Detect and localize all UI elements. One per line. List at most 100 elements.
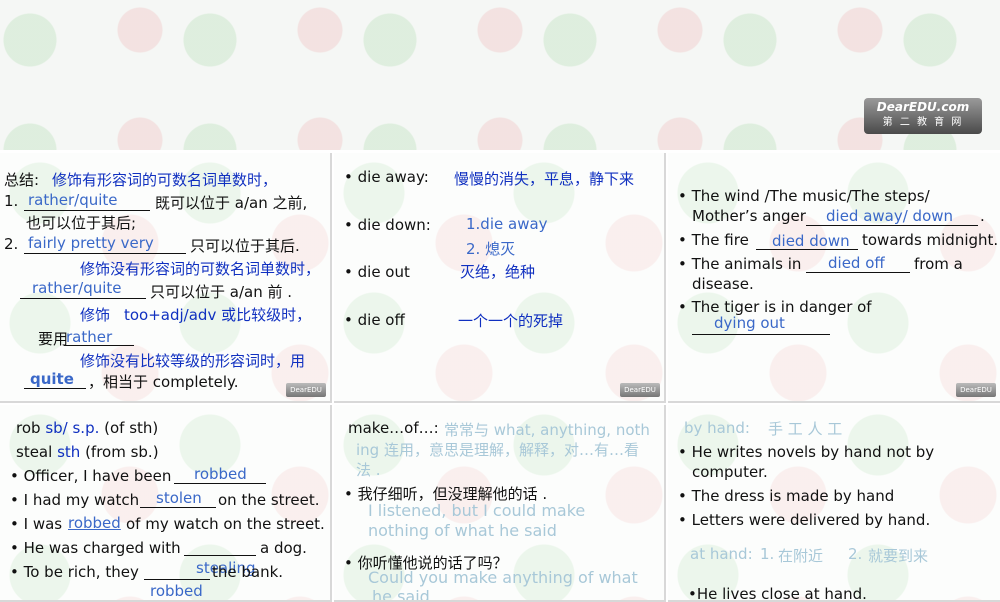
bullet1-text: The wind /The music/The steps/	[691, 187, 930, 205]
header-banner	[0, 0, 1000, 150]
blank-line	[24, 210, 150, 211]
answer-text: 2. 熄灭	[466, 240, 516, 258]
line5-b: the bank.	[212, 563, 284, 581]
line3: • I was	[10, 515, 63, 533]
line3-a: I was	[23, 515, 63, 533]
item1-text: 既可以位于 a/an 之前,	[155, 194, 308, 212]
answer-text: 1.die away	[466, 215, 548, 233]
blank-line	[184, 555, 256, 556]
answer-text: I listened, but I could make	[368, 501, 586, 520]
line4-text: 只可以位于 a/an 前 .	[150, 283, 293, 301]
answer-text: fairly pretty very	[28, 234, 154, 252]
line2: • I had my watch	[10, 491, 140, 509]
by-hand-term: by hand:	[684, 419, 750, 437]
header2-a: steal	[16, 443, 53, 461]
line2-b: on the street.	[218, 491, 320, 509]
row3-def: 灭绝，绝种	[460, 263, 536, 281]
slide-thumbnail-3[interactable]: • The wind /The music/The steps/ Mother’…	[668, 153, 1000, 403]
at-hand-def1: 在附近	[778, 547, 824, 565]
bullet3: • Letters were delivered by hand.	[678, 511, 931, 529]
row4-term: • die off	[344, 311, 405, 329]
answer-text: nothing of what he said	[368, 521, 557, 540]
row3-term: • die out	[344, 263, 410, 281]
answer-text: quite	[30, 370, 74, 388]
line1: • Officer, I have been	[10, 467, 172, 485]
answer-text: died down	[772, 232, 850, 250]
row2-term: • die down:	[344, 216, 431, 234]
answer-text: rather/quite	[28, 191, 118, 209]
answer-text: rather	[66, 328, 113, 346]
answer-text: robbed	[150, 582, 203, 600]
slide-thumbnail-2[interactable]: • die away: 慢慢的消失，平息，静下来 • die down: 1.d…	[334, 153, 666, 403]
make-of-term: make…of…:	[348, 419, 439, 437]
row1-term: • die away:	[344, 168, 429, 186]
item2-text: 只可以位于其后.	[190, 237, 300, 255]
line4-b: a dog.	[260, 539, 307, 557]
header2-c: (from sb.)	[85, 443, 159, 461]
bullet1: • He writes novels by hand not by	[678, 443, 935, 461]
slide-thumbnail-1[interactable]: 总结: 修饰有形容词的可数名词单数时， 1. rather/quite 既可以位…	[0, 153, 332, 403]
bullet3: • The animals in	[678, 255, 802, 273]
line8-text: ，相当于 completely.	[88, 373, 239, 391]
blank-line	[24, 388, 86, 389]
bullet2-b: towards midnight.	[862, 231, 999, 249]
bullet1-line1: • The wind /The music/The steps/	[678, 187, 930, 205]
line5-a: 修饰	[80, 306, 111, 324]
last-line-text: He lives close at hand.	[696, 585, 867, 602]
summary-text: 修饰有形容词的可数名词单数时，	[52, 171, 278, 189]
line4: • He was charged with	[10, 539, 181, 557]
by-hand-def: 手 工 人 工	[768, 420, 843, 438]
line1-a: Officer, I have been	[23, 467, 172, 485]
item2-num: 2.	[4, 235, 19, 253]
answer-text: robbed	[194, 465, 247, 483]
header1-a: rob	[16, 419, 41, 437]
blank-line	[24, 253, 186, 254]
header1-c: (of sth)	[104, 419, 159, 437]
line5-a: To be rich, they	[23, 563, 139, 581]
line5-b: too+adj/adv 或比较级时，	[124, 306, 312, 324]
slide-thumbnail-4[interactable]: rob sb/ s.p. (of sth) steal sth (from sb…	[0, 405, 332, 602]
answer-text: robbed	[68, 514, 121, 532]
line3-b: of my watch on the street.	[126, 515, 325, 533]
row3-term-text: die out	[357, 263, 410, 281]
blank-line	[174, 483, 266, 484]
item1-num: 1.	[4, 192, 19, 210]
slide-thumbnail-6[interactable]: by hand: 手 工 人 工 • He writes novels by h…	[668, 405, 1000, 602]
at-hand-num1: 1.	[760, 545, 775, 563]
answer-text: died off	[828, 254, 885, 272]
footer-logo: DearEDU	[620, 383, 660, 397]
make-of-def2: ing 连用，意思是理解，解释，对…有…看	[356, 441, 639, 459]
at-hand-term: at hand:	[690, 545, 753, 563]
last-line: •He lives close at hand.	[688, 585, 867, 602]
header2-b: sth	[57, 443, 81, 461]
period-text: .	[980, 207, 985, 225]
blank-line	[20, 298, 146, 299]
bullet2: • The dress is made by hand	[678, 487, 895, 505]
item1-text2: 也可以位于其后;	[26, 214, 137, 232]
answer-text: stolen	[156, 489, 202, 507]
answer-text: dying out	[714, 314, 785, 332]
bullet3-text: Letters were delivered by hand.	[691, 511, 931, 529]
bullet1-line2: Mother’s anger	[692, 207, 806, 225]
row2-term-text: die down:	[357, 216, 431, 234]
line3-text: 修饰没有形容词的可数名词单数时，	[80, 260, 321, 278]
row1-def: 慢慢的消失，平息，静下来	[454, 170, 635, 188]
slide-thumbnail-5[interactable]: make…of…: 常常与 what, anything, noth ing 连…	[334, 405, 666, 602]
row4-term-text: die off	[357, 311, 405, 329]
at-hand-num2: 2.	[848, 545, 863, 563]
bullet2-text: The dress is made by hand	[691, 487, 895, 505]
answer-text: rather/quite	[32, 279, 122, 297]
bullet2: • The fire	[678, 231, 749, 249]
blank-line	[140, 507, 216, 508]
blank-line	[806, 225, 978, 226]
bullet3-c: disease.	[692, 275, 754, 293]
make-of-def3: 法 .	[356, 461, 381, 479]
logo-subtitle: 第 二 教 育 网	[882, 117, 964, 128]
bullet3-b: from a	[914, 255, 963, 273]
header1: rob sb/ s.p. (of sth)	[16, 419, 158, 437]
header2: steal sth (from sb.)	[16, 443, 159, 461]
answer-text: died away/ down	[826, 207, 954, 225]
blank-line	[692, 334, 830, 335]
row1-term-text: die away:	[357, 168, 429, 186]
line4-a: He was charged with	[23, 539, 181, 557]
